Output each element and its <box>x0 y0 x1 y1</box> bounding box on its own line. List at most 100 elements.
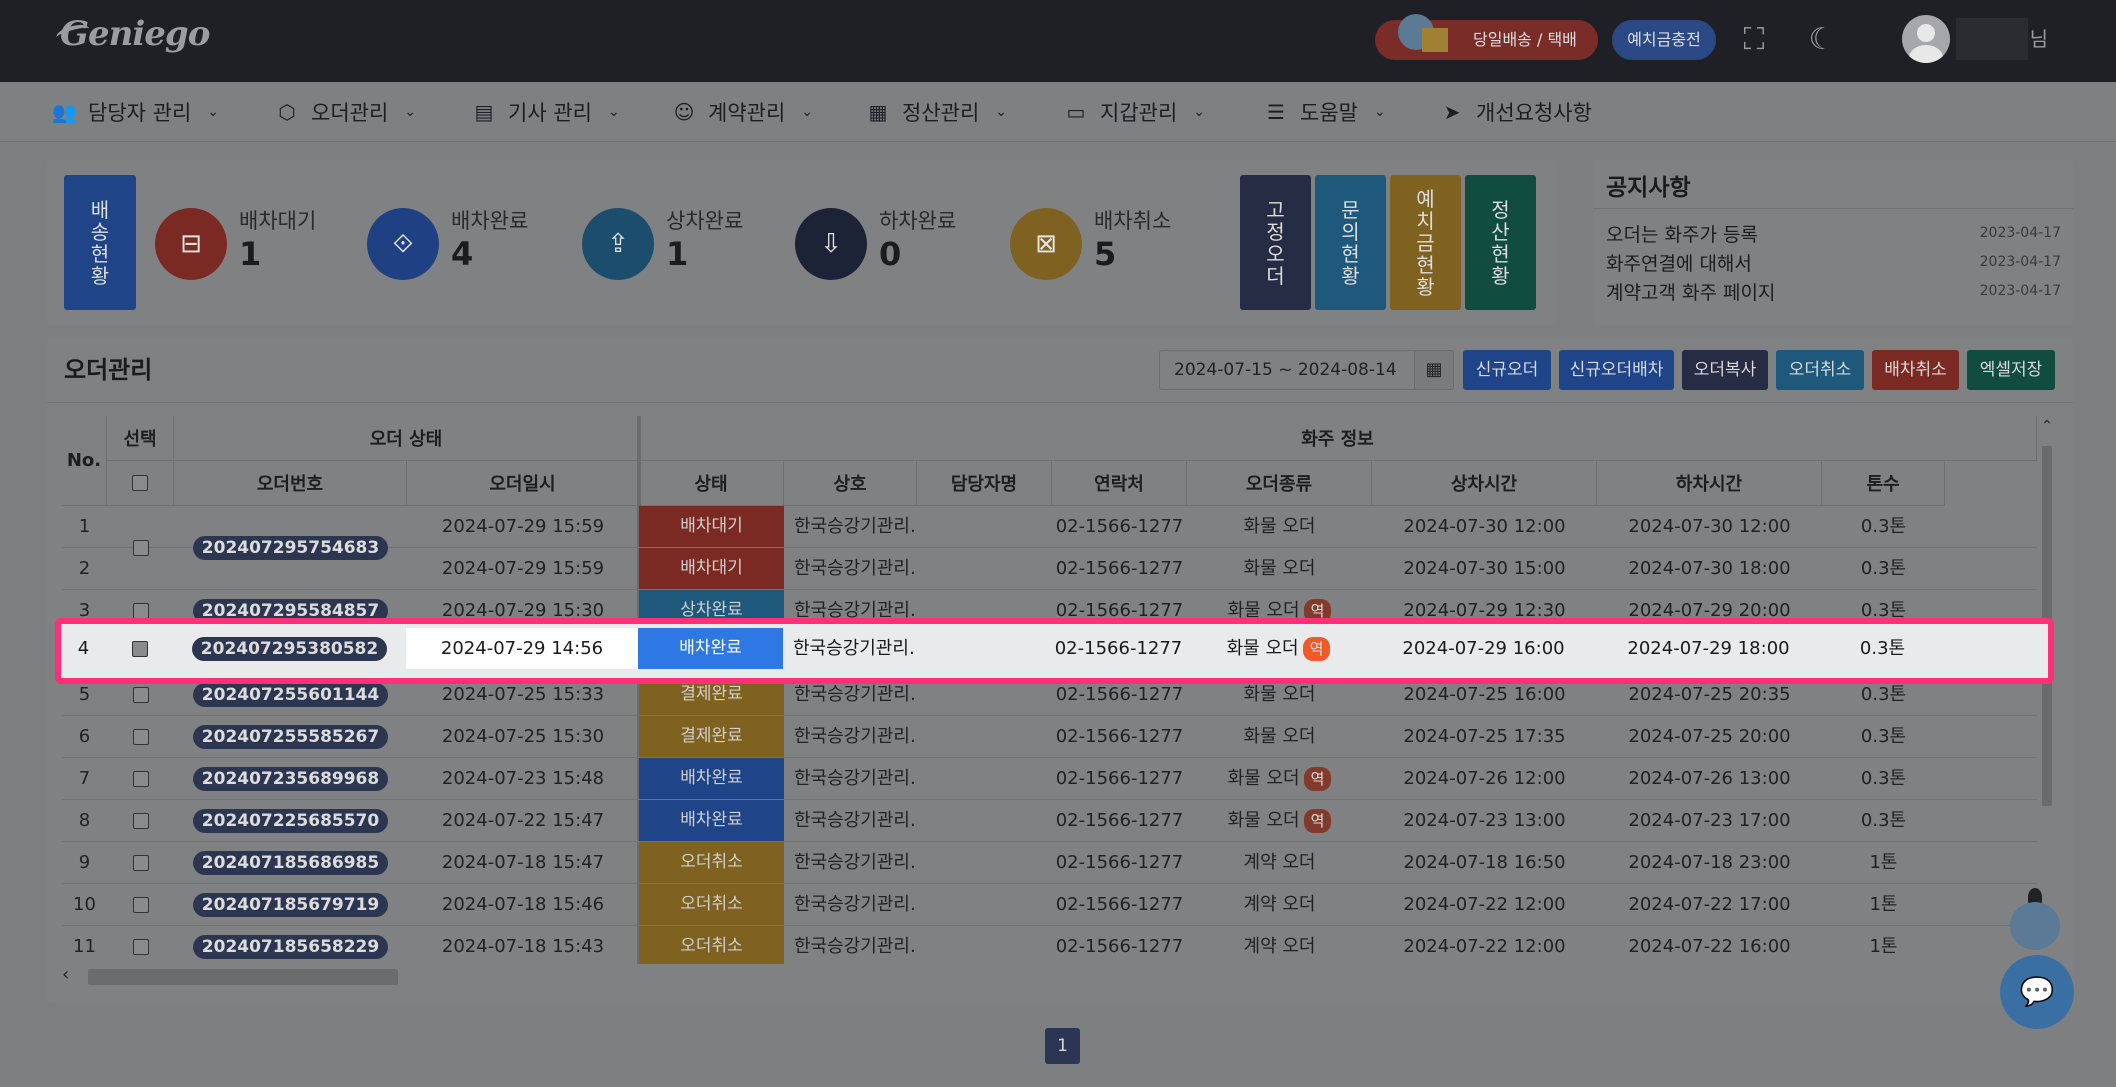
col-header-1: 오더일시 <box>407 461 639 506</box>
table-row[interactable]: 6 202407255585267 2024-07-25 15:30 결제완료 한국승강… <box>62 716 2037 758</box>
table-row[interactable]: 2 2024-07-29 15:59 배차대기 한국승강기관리… 02-1566-127… <box>62 548 2037 590</box>
stat-2[interactable]: ⇪ 상차완료 1 <box>582 205 762 285</box>
row-checkbox[interactable] <box>107 926 174 964</box>
nav-item-5[interactable]: ▭ 지갑관리 ⌄ <box>1064 82 1205 142</box>
row-checkbox[interactable] <box>107 800 174 841</box>
checkbox[interactable] <box>132 771 149 787</box>
notice-title: 공지사항 <box>1606 175 1691 201</box>
stat-label: 상차완료 <box>666 209 744 233</box>
date-range-input[interactable]: 2024-07-15 ~ 2024-08-14 <box>1159 350 1415 390</box>
user-name[interactable]: 님 <box>1956 18 2048 60</box>
manager-name <box>917 842 1052 883</box>
side-button-2[interactable]: 예치금현황 <box>1390 175 1461 310</box>
page-1-button[interactable]: 1 <box>1045 1028 1080 1064</box>
chat-icon[interactable]: 💬 <box>2000 955 2074 1029</box>
checkbox[interactable] <box>132 687 149 703</box>
table-row[interactable]: 9 202407185686985 2024-07-18 15:47 오더취소 한국승강… <box>62 842 2037 884</box>
stat-3[interactable]: ⇩ 하차완료 0 <box>795 205 975 285</box>
nav-item-1[interactable]: ⬡ 오더관리 ⌄ <box>275 82 416 142</box>
order-number-badge[interactable]: 202407185679719 <box>192 893 389 917</box>
table-row[interactable]: 10 202407185679719 2024-07-18 15:46 오더취소 한국승… <box>62 884 2037 926</box>
order-number-badge[interactable]: 202407255601144 <box>192 683 389 707</box>
row-number: 9 <box>78 852 91 873</box>
action-button-5[interactable]: 엑셀저장 <box>1967 350 2055 390</box>
row-checkbox[interactable] <box>107 758 174 799</box>
row-checkbox[interactable] <box>107 884 174 925</box>
checkbox[interactable] <box>132 729 149 745</box>
notice-item[interactable]: 계약고객 화주 페이지 2023-04-17 <box>1606 277 2061 305</box>
checkbox[interactable] <box>132 897 149 913</box>
side-button-1[interactable]: 문의현황 <box>1315 175 1386 310</box>
nav-item-6[interactable]: ☰ 도움말 ⌄ <box>1264 82 1386 142</box>
order-type-label: 화물 오더 <box>1226 638 1299 659</box>
row-checkbox[interactable] <box>107 842 174 883</box>
notice-item[interactable]: 오더는 화주가 등록 2023-04-17 <box>1606 219 2061 247</box>
reverse-badge: 역 <box>1302 637 1331 661</box>
vertical-scrollbar[interactable]: ⌃ <box>2039 418 2055 964</box>
send-icon: ➤ <box>1443 100 1461 124</box>
nav-item-7[interactable]: ➤ 개선요청사항 <box>1440 82 1592 142</box>
order-number[interactable]: 202407185658229 <box>174 926 407 964</box>
order-number-badge[interactable]: 202407185686985 <box>192 851 389 875</box>
nav-item-4[interactable]: ▦ 정산관리 ⌄ <box>866 82 1007 142</box>
order-number-badge[interactable]: 202407185658229 <box>192 935 389 959</box>
action-button-0[interactable]: 신규오더 <box>1463 350 1551 390</box>
users-icon: 👥 <box>52 100 77 124</box>
geniego-logo[interactable]: Geniego <box>54 14 210 54</box>
row-checkbox[interactable] <box>106 628 173 669</box>
fullscreen-icon[interactable]: ⛶ <box>1736 22 1772 58</box>
stat-1[interactable]: ⟐ 배차완료 4 <box>367 205 547 285</box>
checkbox[interactable] <box>132 855 149 871</box>
order-number-badge[interactable]: 202407235689968 <box>192 767 389 791</box>
order-number[interactable]: 202407235689968 <box>174 758 407 799</box>
tonnage: 0.3톤 <box>1859 638 1906 659</box>
order-number-badge[interactable]: 202407225685570 <box>192 809 389 833</box>
order-number-badge[interactable]: 202407255585267 <box>192 725 389 749</box>
action-button-2[interactable]: 오더복사 <box>1682 350 1768 390</box>
table-row[interactable]: 11 202407185658229 2024-07-18 15:43 오더취소 한국승… <box>62 926 2037 964</box>
nav-item-label: 기사 관리 <box>508 101 592 125</box>
checkbox[interactable] <box>132 813 149 829</box>
select-all-checkbox[interactable] <box>107 461 174 506</box>
stat-value: 4 <box>451 235 474 273</box>
stat-4[interactable]: ⊠ 배차취소 5 <box>1010 205 1190 285</box>
side-button-0[interactable]: 고정오더 <box>1240 175 1311 310</box>
unload-time: 2024-07-22 16:00 <box>1628 936 1791 957</box>
table-row[interactable]: 8 202407225685570 2024-07-22 15:47 배차완료 한국승강… <box>62 800 2037 842</box>
nav-item-0[interactable]: 👥 담당자 관리 ⌄ <box>52 82 219 142</box>
avatar[interactable] <box>1902 15 1950 63</box>
checkbox[interactable] <box>132 939 149 955</box>
deposit-charge-button[interactable]: 예치금충전 <box>1612 20 1716 60</box>
status-badge: 배차대기 <box>639 548 784 589</box>
col-no: No. <box>62 416 107 506</box>
stat-0[interactable]: ⊟ 배차대기 1 <box>155 205 335 285</box>
action-button-1[interactable]: 신규오더배차 <box>1559 350 1674 390</box>
order-number[interactable]: 202407185686985 <box>174 842 407 883</box>
nav-item-3[interactable]: ☺ 계약관리 ⌄ <box>672 82 813 142</box>
order-number[interactable]: 202407225685570 <box>174 800 407 841</box>
load-time: 2024-07-22 12:00 <box>1403 936 1566 957</box>
table-row[interactable]: 7 202407235689968 2024-07-23 15:48 배차완료 한국승강… <box>62 758 2037 800</box>
notice-item[interactable]: 화주연결에 대해서 2023-04-17 <box>1606 248 2061 276</box>
row-checkbox[interactable] <box>107 716 174 757</box>
horizontal-scrollbar[interactable]: ‹ <box>62 964 2037 986</box>
checkbox[interactable] <box>131 641 148 657</box>
order-number[interactable]: 202407255585267 <box>174 716 407 757</box>
action-button-3[interactable]: 오더취소 <box>1776 350 1864 390</box>
action-button-4[interactable]: 배차취소 <box>1872 350 1959 390</box>
load-time: 2024-07-22 12:00 <box>1403 894 1566 915</box>
table-row[interactable]: 1 202407295754683 2024-07-29 15:59 배차대기 한국승강… <box>62 506 2037 560</box>
order-number[interactable]: 202407185679719 <box>174 884 407 925</box>
side-button-3[interactable]: 정산현황 <box>1465 175 1536 310</box>
dark-mode-icon[interactable]: ☾ <box>1804 22 1840 58</box>
col-header-6: 오더종류 <box>1187 461 1372 506</box>
order-number[interactable]: 202407295380582 <box>173 628 406 669</box>
order-number[interactable] <box>174 548 407 589</box>
col-header-2: 상태 <box>639 461 784 506</box>
nav-item-2[interactable]: ▤ 기사 관리 ⌄ <box>472 82 620 142</box>
order-number-badge[interactable]: 202407295380582 <box>191 637 388 661</box>
selected-order-row[interactable]: 4 202407295380582 2024-07-29 14:56 배차완료 한국승강… <box>55 618 2054 684</box>
list-icon: ☰ <box>1267 100 1285 124</box>
checkbox[interactable] <box>132 603 149 619</box>
calendar-icon[interactable]: ▦ <box>1414 350 1454 390</box>
